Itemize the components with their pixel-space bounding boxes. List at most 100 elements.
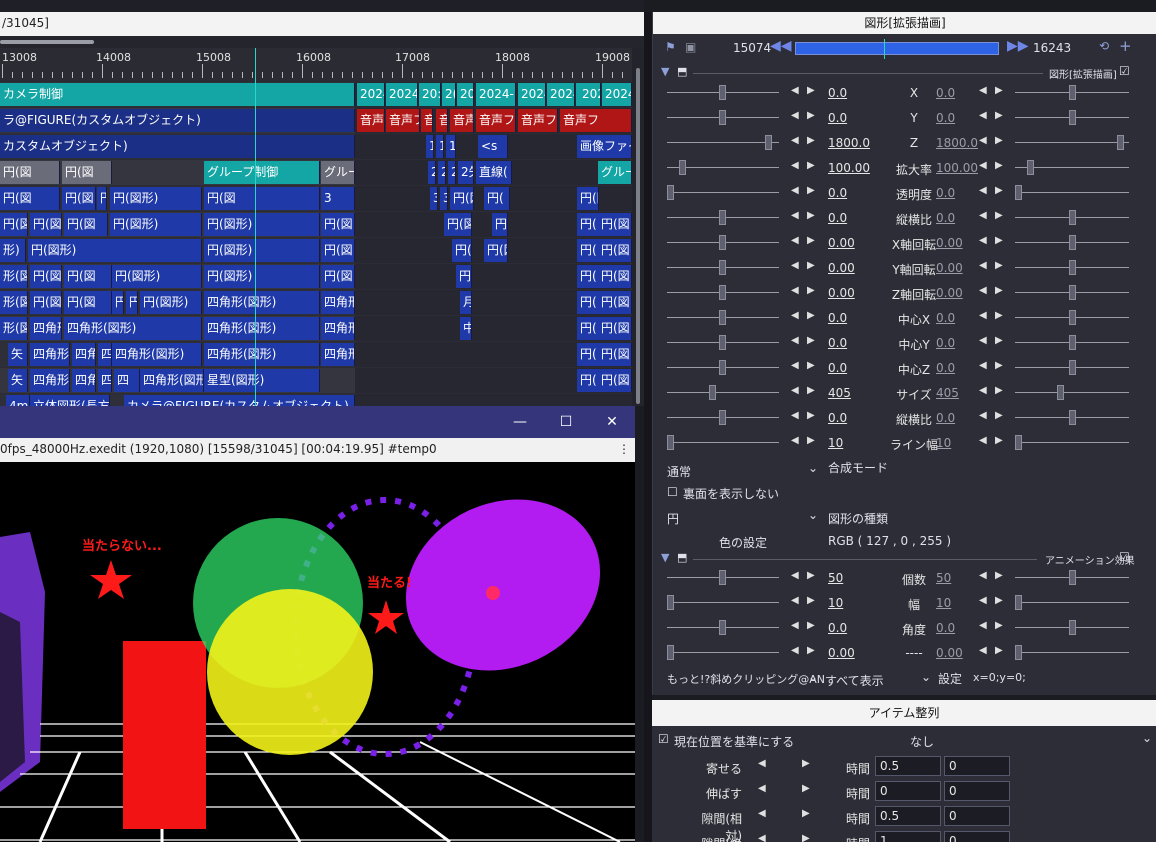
timeline-clip[interactable]: 円 (456, 265, 472, 288)
increment-icon[interactable]: ▶ (807, 335, 815, 346)
camera-toggle-icon[interactable]: ▣ (685, 40, 696, 54)
increment-icon[interactable]: ▶ (807, 185, 815, 196)
slider-knob[interactable] (1069, 235, 1076, 250)
slider-knob[interactable] (1069, 110, 1076, 125)
timeline-clip[interactable]: 円( (577, 343, 599, 366)
refresh-icon[interactable]: ⟲ (1099, 39, 1109, 53)
align-time-input[interactable]: 1 (875, 831, 941, 842)
timeline-clip[interactable]: 矢 (8, 369, 28, 392)
decrement-icon[interactable]: ◀ (979, 285, 987, 296)
timeline-layer-row[interactable]: 矢四角形四角形四四角形(図形)四角形(図形)四角形円(円(図 (0, 342, 632, 367)
slider-knob[interactable] (667, 435, 674, 450)
decrement-icon[interactable]: ◀ (791, 595, 799, 606)
param-start-value[interactable]: 0.0 (828, 411, 847, 425)
decrement-icon[interactable]: ◀ (791, 645, 799, 656)
base-select[interactable]: なし (910, 733, 934, 750)
timeline-clip[interactable]: 形(図 (0, 317, 28, 340)
decrement-icon[interactable]: ◀ (979, 620, 987, 631)
timeline-layer-row[interactable]: カスタムオブジェクト) 111 <s 画像ファイル (0, 134, 632, 159)
timeline-clip[interactable]: <s (478, 135, 508, 158)
timeline-clip[interactable]: 円(図 (450, 187, 474, 210)
timeline-clip[interactable]: カメラ@FIGURE(カスタムオブジェクト) (124, 395, 355, 406)
left-arrow-icon[interactable]: ◀ (758, 808, 766, 819)
timeline-layer-row[interactable]: ラ@FIGURE(カスタムオブジェクト)音声音声フ音音音声フ音声フ音声フ音声フ (0, 108, 632, 133)
slider-knob[interactable] (719, 410, 726, 425)
increment-icon[interactable]: ▶ (807, 235, 815, 246)
timeline-clip[interactable]: 2024- (386, 83, 418, 106)
timeline-clip[interactable]: 四角形(図形) (204, 317, 320, 340)
timeline-clip[interactable]: 4m (6, 395, 30, 406)
timeline-clip[interactable]: 円( (577, 291, 599, 314)
backface-checkbox[interactable]: ☐ (667, 485, 678, 499)
param-slider-left[interactable] (667, 652, 779, 653)
param-end-value[interactable]: 0.0 (936, 211, 955, 225)
timeline-clip[interactable]: 円(図 (598, 343, 632, 366)
slider-knob[interactable] (1015, 595, 1022, 610)
timeline-clip[interactable]: 四角形 (321, 343, 355, 366)
blend-select[interactable]: 通常 (667, 463, 691, 480)
timeline-clip[interactable]: 四角形 (30, 343, 70, 366)
param-end-value[interactable]: 0.0 (936, 186, 955, 200)
timeline-clip[interactable]: 2 (438, 161, 446, 184)
increment-icon[interactable]: ▶ (807, 620, 815, 631)
right-arrow-icon[interactable]: ▶ (802, 808, 810, 819)
timeline-clip[interactable]: 音声フ (450, 109, 474, 132)
timeline-clip[interactable]: 円(図 (321, 265, 355, 288)
slider-knob[interactable] (1027, 160, 1034, 175)
increment-icon[interactable]: ▶ (807, 385, 815, 396)
preview-titlebar[interactable]: — ☐ ✕ (0, 406, 635, 438)
collapse-icon[interactable]: ▼ (661, 65, 669, 78)
decrement-icon[interactable]: ◀ (791, 360, 799, 371)
backface-row[interactable]: ☐ 裏面を表示しない (653, 482, 1156, 504)
increment-icon[interactable]: ▶ (995, 160, 1003, 171)
timeline-clip[interactable]: 20: (419, 83, 441, 106)
slider-knob[interactable] (667, 595, 674, 610)
hscroll-thumb[interactable] (0, 40, 94, 44)
slider-knob[interactable] (1117, 135, 1124, 150)
slider-knob[interactable] (1069, 210, 1076, 225)
timeline-clip[interactable]: 円(図形) (112, 265, 202, 288)
timeline-clip[interactable]: 円(図 (0, 161, 60, 184)
timeline-clip[interactable]: 円(図 (598, 239, 632, 262)
increment-icon[interactable]: ▶ (995, 310, 1003, 321)
timeline-clip[interactable]: 円( (577, 317, 599, 340)
param-end-value[interactable]: 0.0 (936, 361, 955, 375)
left-arrow-icon[interactable]: ◀ (758, 758, 766, 769)
increment-icon[interactable]: ▶ (807, 135, 815, 146)
timeline-layer-row[interactable]: 形(図円(図円(図円円円(図形)四角形(図形)四角形月円(円(図 (0, 290, 632, 315)
timeline-clip[interactable]: 四角形 (72, 343, 96, 366)
align-offset-input[interactable]: 0 (944, 831, 1010, 842)
param-end-value[interactable]: 0.0 (936, 411, 955, 425)
timeline-clip[interactable]: 円(図形) (28, 239, 202, 262)
timeline-clip[interactable]: 形(図 (0, 265, 28, 288)
decrement-icon[interactable]: ◀ (979, 310, 987, 321)
timeline-layer-row[interactable]: 矢四角形四角形四四四角形(図形星型(図形)円(円(図 (0, 368, 632, 393)
param-slider-right[interactable] (1015, 142, 1129, 143)
timeline-clip[interactable]: 円(図 (577, 187, 599, 210)
slider-knob[interactable] (1069, 285, 1076, 300)
param-end-value[interactable]: 0.00 (936, 261, 963, 275)
increment-icon[interactable]: ▶ (995, 285, 1003, 296)
increment-icon[interactable]: ▶ (807, 645, 815, 656)
decrement-icon[interactable]: ◀ (979, 595, 987, 606)
param-slider-left[interactable] (667, 602, 779, 603)
add-filter-icon[interactable]: + (1119, 37, 1132, 55)
dropdown-icon[interactable]: ⌄ (921, 670, 931, 684)
param-start-value[interactable]: 405 (828, 386, 851, 400)
decrement-icon[interactable]: ◀ (979, 135, 987, 146)
timeline-clip[interactable]: 中 (460, 317, 472, 340)
timeline-clip[interactable]: 円(図 (598, 291, 632, 314)
dropdown-icon[interactable]: ⌄ (1142, 731, 1152, 745)
param-slider-right[interactable] (1015, 602, 1129, 603)
decrement-icon[interactable]: ◀ (791, 85, 799, 96)
timeline-layer-row[interactable]: 円(図円(図円(図円(図形)円(図形)円(図円(図円(図円(円(図 (0, 212, 632, 237)
increment-icon[interactable]: ▶ (807, 285, 815, 296)
right-arrow-icon[interactable]: ▶ (802, 833, 810, 842)
timeline-clip[interactable]: 円(図 (452, 239, 472, 262)
color-settings-button[interactable]: 色の設定 (719, 534, 767, 551)
increment-icon[interactable]: ▶ (995, 385, 1003, 396)
timeline-clip[interactable]: 四角形 (321, 317, 355, 340)
slider-knob[interactable] (719, 235, 726, 250)
timeline-clip[interactable]: 四角形(図形) (204, 343, 320, 366)
timeline-clip[interactable]: 1 (446, 135, 456, 158)
